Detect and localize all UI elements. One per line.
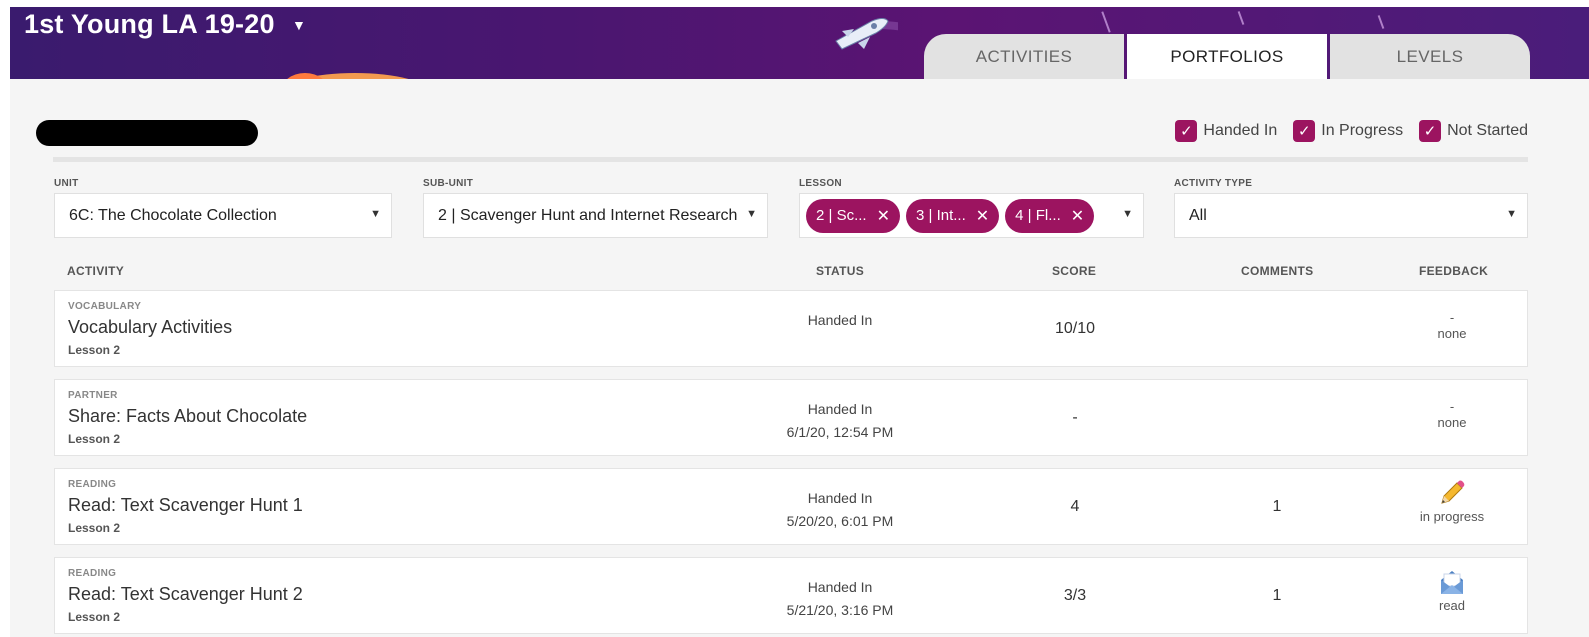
feedback-status: none: [1437, 326, 1467, 341]
status-date: 6/1/20, 12:54 PM: [786, 424, 894, 440]
sub-unit-value: 2 | Scavenger Hunt and Internet Research: [438, 206, 738, 224]
checkbox-checked-icon[interactable]: ✓: [1293, 120, 1316, 142]
activity-status: Handed In 5/21/20, 3:16 PM: [740, 576, 940, 622]
activity-type: READING: [68, 479, 117, 490]
activity-type: PARTNER: [68, 390, 118, 401]
table-row[interactable]: READING Read: Text Scavenger Hunt 1 Less…: [54, 468, 1528, 545]
feedback-status: none: [1437, 415, 1467, 430]
chip-label: 3 | Int...: [916, 207, 966, 224]
activity-status: Handed In: [740, 309, 940, 332]
activity-name[interactable]: Share: Facts About Chocolate: [68, 406, 307, 427]
activity-type: READING: [68, 568, 117, 579]
chevron-down-icon: ▼: [370, 208, 381, 220]
activity-type-label: ACTIVITY TYPE: [1174, 178, 1253, 189]
lesson-chip[interactable]: 2 | Sc... ✕: [806, 198, 900, 233]
activity-score: 4: [1070, 498, 1080, 515]
streak-decoration: [1237, 11, 1245, 25]
activity-lesson: Lesson 2: [68, 343, 121, 357]
lesson-chip[interactable]: 4 | Fl... ✕: [1005, 198, 1095, 233]
streak-decoration: [1101, 11, 1111, 33]
column-status: STATUS: [816, 264, 865, 278]
tab-levels[interactable]: LEVELS: [1330, 34, 1530, 79]
close-icon[interactable]: ✕: [877, 206, 890, 226]
filter-handed-in[interactable]: ✓ Handed In: [1175, 120, 1277, 142]
activity-lesson: Lesson 2: [68, 521, 121, 535]
unit-select[interactable]: 6C: The Chocolate Collection ▼: [54, 193, 392, 238]
table-row[interactable]: READING Read: Text Scavenger Hunt 2 Less…: [54, 557, 1528, 634]
filter-label: In Progress: [1321, 122, 1404, 139]
activity-feedback[interactable]: read: [1352, 568, 1552, 613]
main-tabs: ACTIVITIES PORTFOLIOS LEVELS: [924, 34, 1533, 79]
status-filters: ✓ Handed In ✓ In Progress ✓ Not Started: [1175, 120, 1528, 142]
filter-in-progress[interactable]: ✓ In Progress: [1293, 120, 1403, 142]
activity-score: 10/10: [1054, 320, 1096, 337]
activity-name[interactable]: Read: Text Scavenger Hunt 1: [68, 495, 303, 516]
activity-type-value: All: [1189, 206, 1207, 224]
lesson-chip[interactable]: 3 | Int... ✕: [906, 198, 1000, 233]
activity-status: Handed In 6/1/20, 12:54 PM: [740, 398, 940, 444]
tab-portfolios[interactable]: PORTFOLIOS: [1127, 34, 1327, 79]
activity-name[interactable]: Read: Text Scavenger Hunt 2: [68, 584, 303, 605]
unit-label: UNIT: [54, 178, 79, 189]
unit-value: 6C: The Chocolate Collection: [69, 206, 277, 224]
activity-comments: 1: [1272, 587, 1282, 604]
activity-lesson: Lesson 2: [68, 432, 121, 446]
tab-activities[interactable]: ACTIVITIES: [924, 34, 1124, 79]
close-icon[interactable]: ✕: [1071, 206, 1084, 226]
chevron-down-icon: ▼: [746, 208, 757, 220]
feedback-mark: -: [1449, 310, 1455, 325]
activity-feedback[interactable]: - none: [1352, 309, 1552, 341]
checkbox-checked-icon[interactable]: ✓: [1419, 120, 1442, 142]
status-text: Handed In: [807, 401, 873, 417]
checkbox-checked-icon[interactable]: ✓: [1175, 120, 1198, 142]
table-row[interactable]: PARTNER Share: Facts About Chocolate Les…: [54, 379, 1528, 456]
chevron-down-icon: ▼: [1122, 208, 1133, 220]
status-text: Handed In: [807, 579, 873, 595]
divider: [53, 157, 1528, 162]
column-comments: COMMENTS: [1241, 264, 1314, 278]
filter-label: Handed In: [1203, 122, 1278, 139]
sub-unit-select[interactable]: 2 | Scavenger Hunt and Internet Research…: [423, 193, 768, 238]
portfolio-panel: ✓ Handed In ✓ In Progress ✓ Not Started …: [10, 79, 1589, 637]
filter-not-started[interactable]: ✓ Not Started: [1419, 120, 1528, 142]
sub-unit-label: SUB-UNIT: [423, 178, 474, 189]
lesson-multiselect[interactable]: 2 | Sc... ✕ 3 | Int... ✕ 4 | Fl... ✕ ▼: [799, 193, 1144, 238]
chevron-down-icon[interactable]: ▼: [292, 17, 306, 33]
activity-type-select[interactable]: All ▼: [1174, 193, 1528, 238]
chevron-down-icon: ▼: [1506, 208, 1517, 220]
feedback-mark: -: [1449, 399, 1455, 414]
activity-comments: 1: [1272, 498, 1282, 515]
filter-label: Not Started: [1447, 122, 1528, 139]
column-score: SCORE: [1052, 264, 1097, 278]
activity-score: 3/3: [1063, 587, 1087, 604]
chip-label: 4 | Fl...: [1015, 207, 1061, 224]
redacted-student-name: [36, 120, 258, 146]
feedback-status: read: [1438, 598, 1466, 613]
activity-score: -: [1072, 409, 1078, 426]
envelope-icon[interactable]: [1352, 568, 1552, 598]
feedback-status: in progress: [1419, 509, 1485, 524]
column-feedback: FEEDBACK: [1419, 264, 1489, 278]
close-icon[interactable]: ✕: [976, 206, 989, 226]
streak-decoration: [1377, 15, 1385, 29]
status-date: 5/20/20, 6:01 PM: [786, 513, 894, 529]
activity-type: VOCABULARY: [68, 301, 142, 312]
activity-lesson: Lesson 2: [68, 610, 121, 624]
status-date: 5/21/20, 3:16 PM: [786, 602, 894, 618]
rocket-icon: [835, 18, 898, 50]
activity-feedback[interactable]: - none: [1352, 398, 1552, 430]
column-activity: ACTIVITY: [67, 264, 125, 278]
pencil-icon[interactable]: [1352, 479, 1552, 509]
activity-feedback[interactable]: in progress: [1352, 479, 1552, 524]
chip-label: 2 | Sc...: [816, 207, 867, 224]
status-text: Handed In: [807, 490, 873, 506]
activity-name[interactable]: Vocabulary Activities: [68, 317, 232, 338]
activity-status: Handed In 5/20/20, 6:01 PM: [740, 487, 940, 533]
table-row[interactable]: VOCABULARY Vocabulary Activities Lesson …: [54, 290, 1528, 367]
status-text: Handed In: [807, 312, 873, 328]
class-title[interactable]: 1st Young LA 19-20: [24, 9, 275, 40]
lesson-label: LESSON: [799, 178, 842, 189]
